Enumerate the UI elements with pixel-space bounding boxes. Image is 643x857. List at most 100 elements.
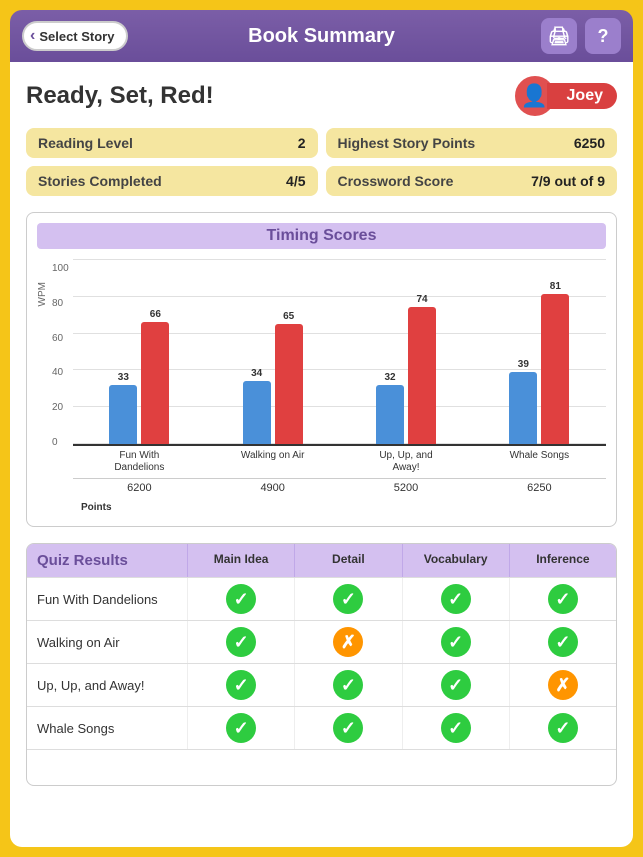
back-button[interactable]: ‹ Select Story [22,21,128,51]
bar-red-3 [408,307,436,444]
header-icons: 🖨 ? [541,18,621,54]
check-green-icon: ✓ [333,584,363,614]
check-green-icon: ✓ [226,627,256,657]
quiz-r1-main-idea: ✓ [187,578,294,620]
bar-red-1 [141,322,169,444]
check-green-icon: ✓ [441,584,471,614]
page-title: Book Summary [248,25,395,48]
avatar-icon: 👤 [521,83,548,109]
quiz-r4-inference: ✓ [509,707,616,749]
stat-crossword-value: 7/9 out of 9 [531,173,605,189]
bar-red-4-label: 81 [550,281,561,292]
check-green-icon: ✓ [441,627,471,657]
stat-reading-level-value: 2 [298,135,306,151]
help-button[interactable]: ? [585,18,621,54]
quiz-results-header: Quiz Results [27,544,187,577]
quiz-r3-detail: ✓ [294,664,401,706]
book-title: Ready, Set, Red! [26,82,214,110]
points-1: 6200 [73,479,206,497]
x-label-4: Whale Songs [473,446,606,474]
bar-blue-3-wrap: 32 [376,372,404,444]
quiz-r4-main-idea: ✓ [187,707,294,749]
header: ‹ Select Story Book Summary 🖨 ? [10,10,633,62]
print-button[interactable]: 🖨 [541,18,577,54]
stat-stories-completed-value: 4/5 [286,173,305,189]
quiz-empty-row [27,749,616,785]
bar-blue-4 [509,372,537,444]
quiz-r2-inference: ✓ [509,621,616,663]
points-4: 6250 [473,479,606,497]
quiz-row-4: Whale Songs ✓ ✓ ✓ ✓ [27,706,616,749]
bar-red-2-label: 65 [283,311,294,322]
stats-grid: Reading Level 2 Highest Story Points 625… [26,128,617,196]
check-green-icon: ✓ [226,584,256,614]
y-tick-100: 100 [52,263,69,274]
quiz-row-3-label: Up, Up, and Away! [27,670,187,701]
bar-group-3: 32 74 [339,294,472,444]
bar-blue-3 [376,385,404,444]
quiz-r3-inference: ✗ [509,664,616,706]
quiz-results: Quiz Results Main Idea Detail Vocabulary… [26,543,617,786]
y-tick-80: 80 [52,298,69,309]
stat-highest-points: Highest Story Points 6250 [326,128,618,158]
help-icon: ? [598,26,609,47]
bar-red-4 [541,294,569,444]
quiz-r1-inference: ✓ [509,578,616,620]
x-axis: Fun WithDandelions Walking on Air Up, Up… [73,444,606,474]
back-button-label: Select Story [39,29,114,44]
chart-title: Timing Scores [37,223,606,249]
title-row: Ready, Set, Red! 👤 Joey [26,76,617,116]
y-tick-60: 60 [52,333,69,344]
grid-line-100 [73,259,606,260]
check-green-icon: ✓ [548,627,578,657]
stat-stories-completed-label: Stories Completed [38,173,162,189]
bar-red-1-label: 66 [150,309,161,320]
bar-blue-2 [243,381,271,444]
check-green-icon: ✓ [441,713,471,743]
stat-crossword-label: Crossword Score [338,173,454,189]
bar-blue-1 [109,385,137,444]
quiz-r3-vocabulary: ✓ [402,664,509,706]
quiz-r1-detail: ✓ [294,578,401,620]
quiz-r4-vocabulary: ✓ [402,707,509,749]
check-orange-icon: ✗ [548,670,578,700]
bar-blue-3-label: 32 [384,372,395,383]
quiz-row-4-label: Whale Songs [27,713,187,744]
bar-blue-2-label: 34 [251,368,262,379]
bar-group-1: 33 66 [73,309,206,444]
y-axis-label: WPM [37,282,48,306]
back-arrow-icon: ‹ [30,27,35,45]
timing-chart: Timing Scores WPM 100 80 60 40 20 0 [26,212,617,527]
x-label-2: Walking on Air [206,446,339,474]
quiz-row-3: Up, Up, and Away! ✓ ✓ ✓ ✗ [27,663,616,706]
quiz-r4-detail: ✓ [294,707,401,749]
x-label-3: Up, Up, andAway! [339,446,472,474]
check-green-icon: ✓ [333,713,363,743]
quiz-r2-detail: ✗ [294,621,401,663]
main-content: Ready, Set, Red! 👤 Joey Reading Level 2 … [10,62,633,847]
bar-red-2 [275,324,303,444]
bar-group-2: 34 65 [206,311,339,444]
points-3: 5200 [339,479,472,497]
bar-red-3-label: 74 [416,294,427,305]
bar-red-3-wrap: 74 [408,294,436,444]
quiz-r2-main-idea: ✓ [187,621,294,663]
bar-group-4: 39 81 [473,281,606,444]
stat-reading-level: Reading Level 2 [26,128,318,158]
col-inference: Inference [509,544,616,577]
stat-stories-completed: Stories Completed 4/5 [26,166,318,196]
bar-blue-2-wrap: 34 [243,368,271,444]
points-2: 4900 [206,479,339,497]
check-green-icon: ✓ [226,713,256,743]
check-green-icon: ✓ [333,670,363,700]
quiz-r2-vocabulary: ✓ [402,621,509,663]
check-green-icon: ✓ [226,670,256,700]
quiz-row-1: Fun With Dandelions ✓ ✓ ✓ ✓ [27,577,616,620]
quiz-header-row: Quiz Results Main Idea Detail Vocabulary… [27,544,616,577]
col-vocabulary: Vocabulary [402,544,509,577]
quiz-r3-main-idea: ✓ [187,664,294,706]
chart-plot: 33 66 34 [73,259,606,497]
stat-reading-level-label: Reading Level [38,135,133,151]
user-name: Joey [547,83,617,109]
y-tick-40: 40 [52,367,69,378]
